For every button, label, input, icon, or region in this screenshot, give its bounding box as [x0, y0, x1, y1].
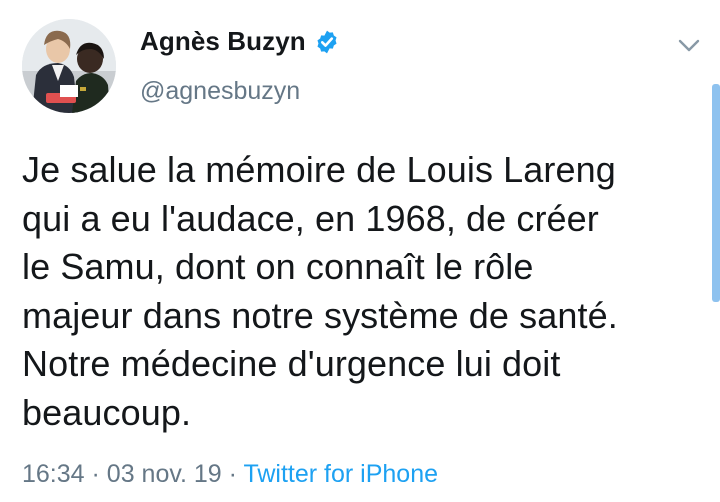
author-name-row[interactable]: Agnès Buzyn [140, 26, 340, 57]
meta-separator: · [91, 460, 100, 488]
tweet-menu-button[interactable] [674, 34, 704, 58]
tweet-time[interactable]: 16:34 [22, 460, 85, 488]
tweet-card: Agnès Buzyn @agnesbuzyn Je salue la mémo… [0, 0, 720, 502]
scrollbar[interactable] [712, 84, 720, 302]
tweet-metadata: 16:34 · 03 nov. 19 · Twitter for iPhone [22, 460, 438, 489]
meta-separator: · [228, 460, 237, 488]
verified-badge-icon [317, 30, 337, 53]
tweet-date[interactable]: 03 nov. 19 [107, 460, 222, 488]
author-handle[interactable]: @agnesbuzyn [140, 77, 300, 106]
chevron-down-icon [678, 39, 700, 52]
tweet-text: Je salue la mémoire de Louis Lareng qui … [22, 149, 618, 433]
tweet-source-link[interactable]: Twitter for iPhone [243, 460, 438, 488]
avatar-photo [22, 19, 116, 113]
author-display-name[interactable]: Agnès Buzyn [140, 26, 306, 57]
avatar[interactable] [22, 19, 116, 113]
